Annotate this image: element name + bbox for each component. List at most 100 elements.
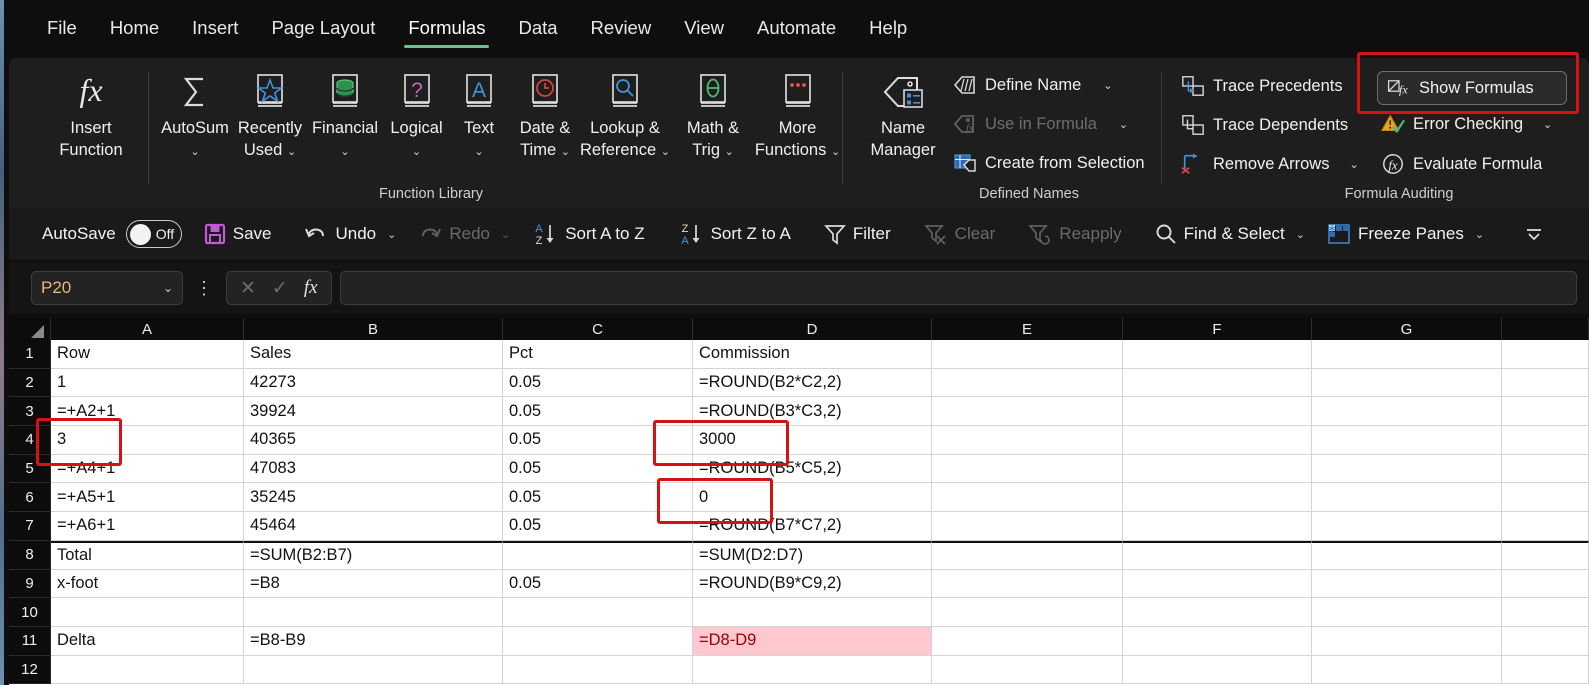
column-header-A[interactable]: A [51,318,244,340]
cell-C8[interactable] [503,540,693,570]
cell-B3[interactable]: 39924 [244,397,503,427]
cell-C5[interactable]: 0.05 [503,454,693,484]
chevron-down-icon[interactable]: ⌄ [387,228,396,241]
ribbon-item-trace-dependents[interactable]: Trace Dependents [1181,113,1368,137]
cell-D9[interactable]: =ROUND(B9*C9,2) [693,569,932,599]
cell-H11[interactable] [1502,626,1589,656]
cell-B10[interactable] [244,598,503,627]
ribbon-button-math[interactable]: Math & Trig ⌄ [673,68,753,162]
cell-E4[interactable] [932,426,1123,455]
cell-A3[interactable]: =+A2+1 [51,397,244,427]
ribbon-tab-home[interactable]: Home [96,11,173,48]
qat-undo[interactable]: Undo ⌄ [293,219,407,249]
cell-D5[interactable]: =ROUND(B5*C5,2) [693,454,932,484]
ribbon-button-autosum[interactable]: AutoSum ⌄ [156,68,234,162]
cell-E11[interactable] [932,626,1123,656]
ribbon-tab-review[interactable]: Review [577,11,666,48]
cell-A2[interactable]: 1 [51,368,244,398]
ribbon-button-text[interactable]: A Text ⌄ [448,68,510,162]
chevron-down-icon[interactable]: ⌄ [412,146,421,158]
chevron-down-icon[interactable]: ⌄ [1349,158,1358,171]
qat-save[interactable]: Save [193,219,294,249]
cell-D12[interactable] [693,655,932,685]
chevron-down-icon[interactable]: ⌄ [340,146,349,158]
chevron-down-icon[interactable]: ⌄ [831,146,840,158]
ribbon-button-financial[interactable]: Financial ⌄ [305,68,385,162]
cell-B8[interactable]: =SUM(B2:B7) [244,540,503,570]
cell-A7[interactable]: =+A6+1 [51,512,244,541]
cell-G11[interactable] [1312,626,1502,656]
cell-F1[interactable] [1123,340,1312,369]
cell-E6[interactable] [932,483,1123,513]
cell-H6[interactable] [1502,483,1589,513]
column-header-B[interactable]: B [244,318,503,340]
chevron-down-icon[interactable]: ⌄ [725,146,734,158]
cell-G1[interactable] [1312,340,1502,369]
cell-E9[interactable] [932,569,1123,599]
cell-A4[interactable]: 3 [51,426,244,455]
ribbon-tab-help[interactable]: Help [855,11,921,48]
cell-A10[interactable] [51,598,244,627]
cell-G9[interactable] [1312,569,1502,599]
cell-B5[interactable]: 47083 [244,454,503,484]
row-header-2[interactable]: 2 [9,368,51,398]
qat-overflow-button[interactable] [1513,223,1555,245]
ribbon-item-create-from-selection[interactable]: Create from Selection [953,152,1167,174]
row-header-5[interactable]: 5 [9,454,51,484]
autosave-toggle[interactable]: AutoSave Off [31,216,193,252]
row-header-4[interactable]: 4 [9,426,51,455]
row-header-11[interactable]: 11 [9,626,51,656]
cell-H2[interactable] [1502,368,1589,398]
qat-sort-a-to-z[interactable]: AZ Sort A to Z [521,218,666,250]
row-header-6[interactable]: 6 [9,483,51,513]
ribbon-tab-insert[interactable]: Insert [178,11,252,48]
cell-A1[interactable]: Row [51,340,244,369]
cell-D8[interactable]: =SUM(D2:D7) [693,540,932,570]
column-header-C[interactable]: C [503,318,693,340]
cell-G7[interactable] [1312,512,1502,541]
cell-B4[interactable]: 40365 [244,426,503,455]
ribbon-item-define-name[interactable]: Define Name ⌄ [953,74,1113,96]
cell-C11[interactable] [503,626,693,656]
cell-E8[interactable] [932,540,1123,570]
column-header-F[interactable]: F [1123,318,1312,340]
cell-B2[interactable]: 42273 [244,368,503,398]
cell-F11[interactable] [1123,626,1312,656]
cell-A8[interactable]: Total [51,540,244,570]
chevron-down-icon[interactable]: ⌄ [501,228,510,241]
ribbon-tab-data[interactable]: Data [504,11,571,48]
name-manager-button[interactable]: Name Manager [855,68,951,160]
cell-C12[interactable] [503,655,693,685]
ribbon-item-remove-arrows[interactable]: Remove Arrows ⌄ [1181,152,1359,176]
cell-G10[interactable] [1312,598,1502,627]
cell-D10[interactable] [693,598,932,627]
chevron-down-icon[interactable]: ⌄ [1119,118,1128,131]
insert-function-icon[interactable]: fx [304,277,318,299]
row-header-7[interactable]: 7 [9,512,51,541]
select-all-corner[interactable] [9,318,51,340]
ribbon-tab-view[interactable]: View [670,11,738,48]
cell-H4[interactable] [1502,426,1589,455]
autosave-switch[interactable]: Off [125,220,182,248]
ribbon-item-error-checking[interactable]: Error Checking ⌄ [1381,113,1552,135]
cell-B6[interactable]: 35245 [244,483,503,513]
qat-freeze-panes[interactable]: Freeze Panes ⌄ [1316,219,1495,249]
ribbon-tab-automate[interactable]: Automate [743,11,850,48]
cell-C2[interactable]: 0.05 [503,368,693,398]
cell-G6[interactable] [1312,483,1502,513]
chevron-down-icon[interactable]: ⌄ [474,146,483,158]
cell-E12[interactable] [932,655,1123,685]
confirm-icon[interactable]: ✓ [272,277,288,300]
cell-C10[interactable] [503,598,693,627]
cell-D4[interactable]: 3000 [693,426,932,455]
cell-F4[interactable] [1123,426,1312,455]
ribbon-button-recently[interactable]: Recently Used ⌄ [230,68,310,162]
cell-H10[interactable] [1502,598,1589,627]
chevron-down-icon[interactable]: ⌄ [287,146,296,158]
chevron-down-icon[interactable]: ⌄ [1475,228,1484,241]
cell-F6[interactable] [1123,483,1312,513]
qat-sort-z-to-a[interactable]: ZA Sort Z to A [667,218,813,250]
cell-B12[interactable] [244,655,503,685]
cell-A11[interactable]: Delta [51,626,244,656]
cell-D7[interactable]: =ROUND(B7*C7,2) [693,512,932,541]
